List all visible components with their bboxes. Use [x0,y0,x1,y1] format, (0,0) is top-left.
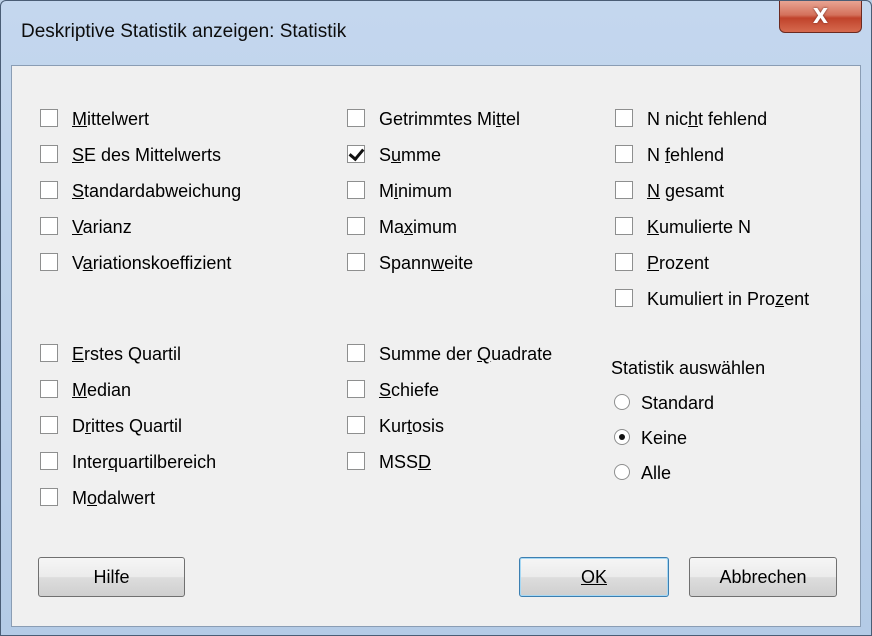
radio-label: Keine [641,428,688,448]
checkbox-label: Kumuliert in Prozent [647,289,810,309]
checkbox-label: Kumulierte N [647,217,752,237]
checkbox-label: Mittelwert [72,109,150,129]
checkbox-unchecked-icon[interactable] [347,181,365,199]
checkbox-label: SE des Mittelwerts [72,145,222,165]
dialog-window: Deskriptive Statistik anzeigen: Statisti… [0,0,872,636]
checkbox-unchecked-icon[interactable] [615,145,633,163]
checkbox-label: Getrimmtes Mittel [379,109,521,129]
checkbox-label: Schiefe [379,380,440,400]
checkbox-label: N nicht fehlend [647,109,768,129]
radio-label: Alle [641,463,672,483]
help-button[interactable]: Hilfe [38,557,185,597]
checkbox-label: Variationskoeffizient [72,253,232,273]
close-button[interactable]: X [779,1,862,33]
window-title: Deskriptive Statistik anzeigen: Statisti… [21,21,347,42]
ok-button[interactable]: OK [519,557,669,597]
statistik-auswaehlen-label: Statistik auswählen [611,358,766,378]
checkbox-unchecked-icon[interactable] [40,488,58,506]
checkbox-label: Kurtosis [379,416,445,436]
checkbox-unchecked-icon[interactable] [40,181,58,199]
dialog-client-area: Mittelwert SE des Mittelwerts Standardabwe… [11,65,861,627]
checkbox-unchecked-icon[interactable] [347,253,365,271]
checkbox-unchecked-icon[interactable] [347,109,365,127]
checkbox-label: Maximum [379,217,458,237]
checkbox-unchecked-icon[interactable] [40,109,58,127]
checkbox-label: Drittes Quartil [72,416,183,436]
checkbox-label: Summe der Quadrate [379,344,553,364]
checkbox-unchecked-icon[interactable] [347,380,365,398]
checkbox-label: Modalwert [72,488,156,508]
checkbox-unchecked-icon[interactable] [615,217,633,235]
checkbox-checked-icon[interactable] [347,145,365,163]
checkbox-unchecked-icon[interactable] [40,416,58,434]
checkbox-label: Median [72,380,132,400]
checkbox-label: Erstes Quartil [72,344,182,364]
checkbox-label: N gesamt [647,181,725,201]
radio-label: Standard [641,393,715,413]
close-icon: X [812,4,829,28]
checkbox-unchecked-icon[interactable] [40,380,58,398]
checkbox-unchecked-icon[interactable] [40,217,58,235]
checkbox-label: MSSD [379,452,432,472]
radio-unselected-icon[interactable] [614,464,630,480]
checkbox-label: Summe [379,145,442,165]
radio-selected-icon[interactable] [614,429,630,445]
checkbox-unchecked-icon[interactable] [347,344,365,362]
checkbox-unchecked-icon[interactable] [615,109,633,127]
checkbox-label: N fehlend [647,145,725,165]
checkbox-label: Interquartilbereich [72,452,217,472]
checkbox-label: Varianz [72,217,132,237]
cancel-button[interactable]: Abbrechen [689,557,837,597]
checkbox-label: Standardabweichung [72,181,242,201]
title-bar[interactable]: Deskriptive Statistik anzeigen: Statisti… [1,1,871,65]
checkbox-unchecked-icon[interactable] [347,416,365,434]
checkbox-unchecked-icon[interactable] [615,181,633,199]
checkbox-unchecked-icon[interactable] [40,344,58,362]
checkbox-unchecked-icon[interactable] [615,289,633,307]
checkbox-unchecked-icon[interactable] [40,253,58,271]
checkbox-unchecked-icon[interactable] [615,253,633,271]
checkbox-unchecked-icon[interactable] [40,145,58,163]
checkbox-unchecked-icon[interactable] [347,452,365,470]
ok-button-label: OK [580,567,607,587]
checkbox-unchecked-icon[interactable] [347,217,365,235]
checkbox-unchecked-icon[interactable] [40,452,58,470]
checkbox-label: Minimum [379,181,453,201]
checkbox-label: Spannweite [379,253,474,273]
checkbox-label: Prozent [647,253,710,273]
radio-unselected-icon[interactable] [614,394,630,410]
